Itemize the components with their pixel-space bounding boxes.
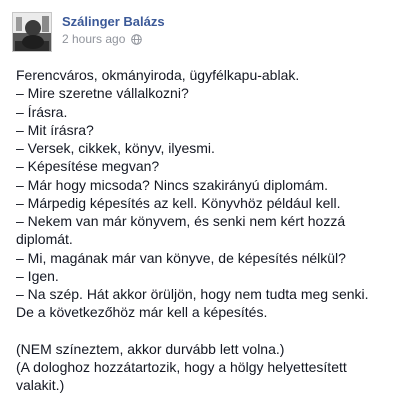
post-text-line: – Nekem van már könyvem, és senki nem ké… — [16, 213, 346, 229]
post-text-line: (NEM színeztem, akkor durvább lett volna… — [16, 340, 285, 357]
post-text-line: – Na szép. Hát akkor örüljön, hogy nem t… — [16, 286, 369, 302]
profile-photo — [13, 13, 51, 51]
post-text-line: – Mit írásra? — [16, 121, 94, 138]
post-text-line: (A dologhoz hozzátartozik, hogy a hölgy … — [16, 359, 347, 375]
post-text-line: diplomát. — [16, 231, 73, 248]
post-text-line: – Igen. — [16, 267, 59, 284]
post-text-line: – Mi, magának már van könyve, de képesít… — [16, 249, 346, 266]
post-timestamp[interactable]: 2 hours ago — [62, 32, 125, 46]
post-text-line: De a következőhöz már kell a képesítés. — [16, 304, 268, 321]
post-header: Szálinger Balázs 2 hours ago — [12, 12, 392, 52]
globe-icon[interactable] — [131, 33, 143, 45]
post-text-blank-line — [16, 322, 398, 340]
facebook-post: Szálinger Balázs 2 hours ago Ferencváros… — [0, 0, 411, 410]
post-text-line: valakit.) — [16, 377, 65, 394]
post-text-line: – Márpedig képesítés az kell. Könyvhöz p… — [16, 194, 341, 211]
avatar[interactable] — [12, 12, 52, 52]
post-text-line: – Már hogy micsoda? Nincs szakirányú dip… — [16, 176, 329, 193]
author-name-link[interactable]: Szálinger Balázs — [62, 14, 165, 29]
post-body: Ferencváros, okmányiroda, ügyfélkapu-abl… — [16, 66, 398, 395]
post-text-line: – Írásra. — [16, 103, 68, 120]
post-text-line: – Képesítése megvan? — [16, 158, 160, 175]
post-text-line: – Mire szeretne vállalkozni? — [16, 85, 189, 102]
post-meta: 2 hours ago — [62, 32, 143, 46]
post-text-line: – Versek, cikkek, könyv, ilyesmi. — [16, 140, 215, 156]
post-text-line: Ferencváros, okmányiroda, ügyfélkapu-abl… — [16, 67, 300, 83]
